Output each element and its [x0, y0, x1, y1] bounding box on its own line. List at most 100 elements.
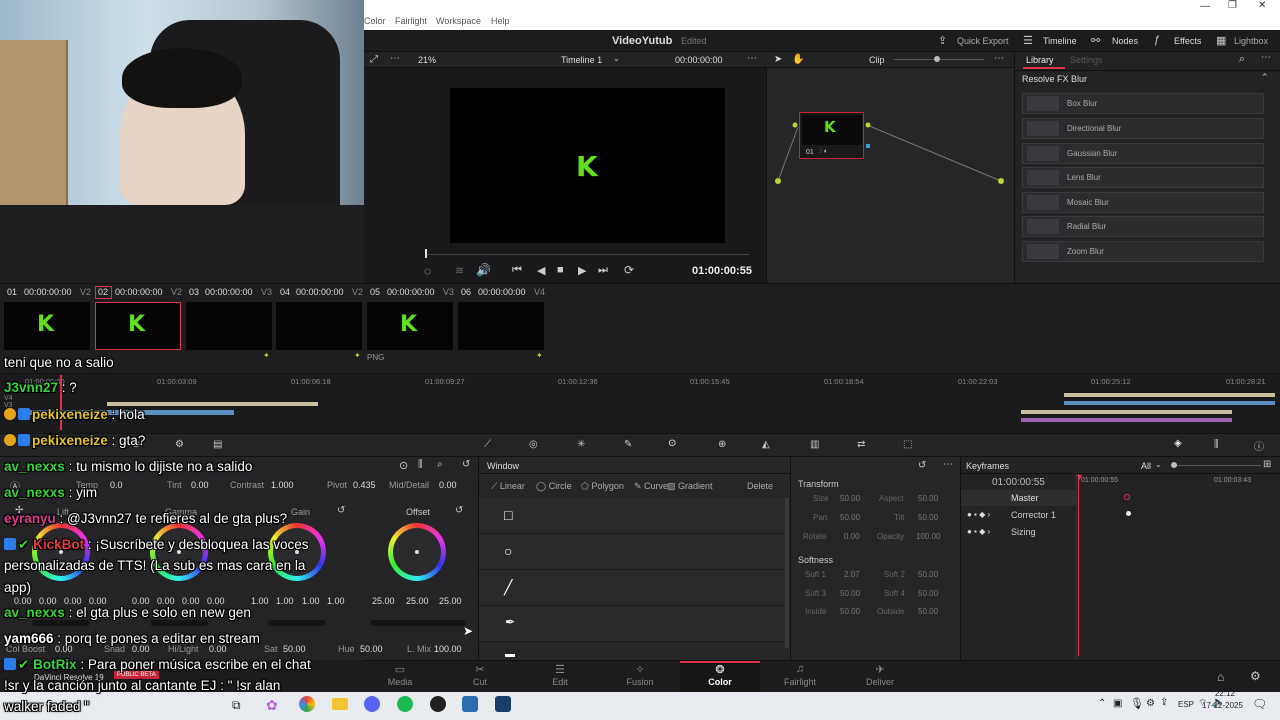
square-window-icon[interactable]: □ [504, 507, 512, 523]
clip-thumbnail[interactable]: K [367, 302, 453, 350]
menu-fairlight[interactable]: Fairlight [395, 16, 427, 26]
tray-icon[interactable]: ▣ [1113, 698, 1122, 709]
file-explorer-icon[interactable] [332, 698, 348, 710]
pen-window-icon[interactable]: ✒ [505, 615, 515, 629]
expand-icon[interactable]: ⤢ [370, 54, 378, 65]
color-warper-icon[interactable]: ◎ [529, 439, 538, 450]
contrast-value[interactable]: 1.000 [271, 480, 294, 490]
fx-directional-blur[interactable]: Directional Blur [1022, 118, 1264, 139]
skip-end-icon[interactable]: ⏭ [598, 264, 608, 277]
keyframe-zoom-slider[interactable] [1171, 465, 1261, 466]
keyframes-filter[interactable]: All [1141, 461, 1151, 471]
gain-value[interactable]: 1.00 [276, 596, 294, 606]
menu-workspace[interactable]: Workspace [436, 16, 481, 26]
tracker-icon[interactable]: ⊕ [718, 439, 726, 450]
search-icon[interactable]: ⌕ [1239, 53, 1245, 66]
timeline-clip[interactable] [1064, 393, 1275, 397]
page-color-active[interactable]: ❂ Color [680, 663, 760, 693]
lightbox-button[interactable]: Lightbox [1234, 36, 1268, 46]
more-icon[interactable]: ⋯ [747, 53, 757, 64]
middetail-value[interactable]: 0.00 [439, 480, 457, 490]
menu-help[interactable]: Help [491, 16, 510, 26]
lift-master-slider[interactable] [32, 620, 90, 626]
skip-start-icon[interactable]: ⏮ [512, 264, 522, 277]
settings-gear-icon[interactable]: ⚙ [1250, 669, 1261, 683]
more-icon[interactable]: ⋯ [1261, 52, 1271, 63]
maximize-icon[interactable]: ❐ [1228, 0, 1237, 11]
scrubber-playhead[interactable] [425, 249, 427, 258]
stop-icon[interactable]: ■ [557, 264, 564, 276]
gradient-window-button[interactable]: ▨ Gradient [667, 481, 713, 492]
gain-master-slider[interactable] [268, 620, 326, 626]
more-icon[interactable]: ⋯ [390, 53, 400, 64]
tint-value[interactable]: 0.00 [191, 480, 209, 490]
sizing-icon[interactable]: ⬚ [903, 439, 912, 450]
clip-thumbnail[interactable] [458, 302, 544, 350]
offset-wheel[interactable] [388, 523, 446, 581]
keyframes-tool-icon[interactable]: ◈ [1174, 438, 1182, 449]
gamma-master-slider[interactable] [150, 620, 208, 626]
slider-handle[interactable] [934, 56, 940, 62]
temp-value[interactable]: 0.0 [110, 480, 123, 490]
line-window-icon[interactable]: ╱ [504, 579, 512, 596]
polygon-window-button[interactable]: ⬠ Polygon [581, 481, 624, 492]
gain-value[interactable]: 1.00 [327, 596, 345, 606]
menu-color[interactable]: Color [364, 16, 386, 26]
tool-icon[interactable]: ▤ [213, 439, 222, 450]
timeline-clip[interactable] [107, 402, 318, 406]
keyframe-marker[interactable] [1126, 511, 1131, 516]
obs-icon[interactable] [430, 696, 446, 712]
linear-window-button[interactable]: ⟋ Linear [491, 481, 525, 492]
fx-radial-blur[interactable]: Radial Blur [1022, 216, 1264, 237]
keyframe-marker[interactable] [1124, 494, 1130, 500]
input-language[interactable]: ESP [1178, 700, 1194, 709]
reset-icon[interactable]: ↺ [337, 505, 345, 516]
tab-library[interactable]: Library [1026, 55, 1054, 65]
pivot-value[interactable]: 0.435 [353, 480, 376, 490]
hand-icon[interactable]: ✋ [792, 54, 804, 65]
gradient-window-icon[interactable]: ▬ [505, 649, 515, 660]
loop-icon[interactable]: ⟳ [624, 263, 634, 277]
scrollbar[interactable] [785, 498, 789, 648]
blur-icon[interactable]: ▥ [810, 439, 819, 450]
timeline-clip[interactable] [1021, 410, 1232, 414]
app-icon[interactable] [462, 696, 478, 712]
key-icon[interactable]: ⇄ [857, 439, 865, 450]
timeline-selector[interactable]: Timeline 1 [561, 55, 602, 65]
chevron-down-icon[interactable]: ⌄ [613, 54, 620, 63]
fx-zoom-blur[interactable]: Zoom Blur [1022, 241, 1264, 262]
page-deliver[interactable]: ✈ Deliver [840, 663, 920, 693]
keyframe-toggle-icon[interactable]: ● ▪ ◆ › [967, 510, 990, 519]
offset-master-slider[interactable] [370, 620, 466, 626]
volume-icon[interactable]: 🔊 [476, 263, 491, 277]
home-icon[interactable]: ⌂ [1217, 670, 1224, 684]
sat-value[interactable]: 50.00 [283, 644, 306, 654]
play-icon[interactable]: ▶ [578, 264, 586, 277]
offset-value[interactable]: 25.00 [406, 596, 429, 606]
effects-button[interactable]: Effects [1174, 36, 1201, 46]
spotify-icon[interactable] [397, 696, 413, 712]
reset-icon[interactable]: ↺ [918, 460, 926, 471]
circle-window-icon[interactable]: ○ [504, 543, 512, 559]
lmix-value[interactable]: 100.00 [434, 644, 462, 654]
tray-icon[interactable]: ⇪ [1160, 697, 1168, 708]
close-icon[interactable]: ✕ [1258, 0, 1266, 11]
zoom-level[interactable]: 21% [418, 55, 436, 65]
offset-value[interactable]: 25.00 [372, 596, 395, 606]
collapse-icon[interactable]: ⌃ [1261, 72, 1269, 83]
page-media[interactable]: ▭ Media [360, 663, 440, 693]
fx-gaussian-blur[interactable]: Gaussian Blur [1022, 143, 1264, 164]
keyframe-track-sizing[interactable]: Sizing [1011, 527, 1036, 537]
layers-icon[interactable]: ≋ [455, 264, 464, 277]
keyframe-playhead[interactable] [1078, 474, 1079, 656]
page-cut[interactable]: ✂ Cut [440, 663, 520, 693]
page-fusion[interactable]: ✧ Fusion [600, 663, 680, 693]
hue-value[interactable]: 50.00 [360, 644, 383, 654]
magic-mask-icon[interactable]: ◭ [762, 439, 770, 450]
page-fairlight[interactable]: ♫ Fairlight [760, 663, 840, 693]
task-view-icon[interactable]: ⧉ [232, 698, 241, 713]
clip-thumbnail[interactable] [186, 302, 272, 350]
delete-window-button[interactable]: Delete [747, 481, 773, 491]
copilot-icon[interactable]: ✿ [266, 697, 278, 714]
timeline-clip[interactable] [1064, 401, 1275, 405]
